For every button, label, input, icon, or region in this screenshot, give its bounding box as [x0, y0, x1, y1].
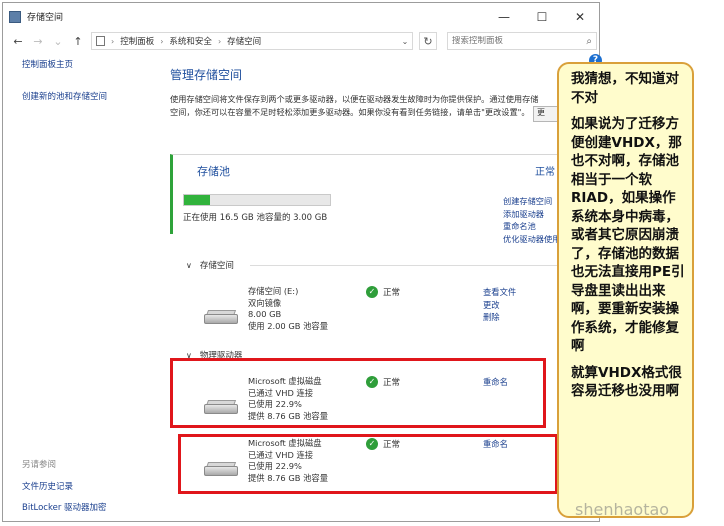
chevron-down-icon[interactable]: ∨	[186, 261, 192, 270]
left-nav: 控制面板主页 创建新的池和存储空间	[22, 58, 152, 122]
create-space-link[interactable]: 创建存储空间	[503, 195, 560, 208]
watermark: shenhaotao	[575, 500, 670, 519]
space-size: 8.00 GB	[248, 309, 282, 319]
callout-paragraph: 就算VHDX格式很容易迁移也没用啊	[571, 364, 682, 400]
chevron-down-icon[interactable]: ⌄	[398, 37, 412, 46]
search-box[interactable]: ⌕	[447, 32, 597, 50]
nav-control-panel-home[interactable]: 控制面板主页	[22, 58, 152, 70]
add-drives-link[interactable]: 添加驱动器	[503, 208, 560, 221]
storage-space-item: 存储空间 (E:) 双向镜像 8.00 GB 使用 2.00 GB 池容量 ✓ …	[170, 280, 600, 350]
page-title: 管理存储空间	[170, 68, 243, 82]
nav-bitlocker[interactable]: BitLocker 驱动器加密	[22, 501, 152, 513]
space-pool-usage: 使用 2.00 GB 池容量	[248, 320, 328, 331]
highlight-box	[178, 434, 558, 494]
back-button[interactable]: ←	[11, 35, 25, 48]
refresh-button[interactable]: ↻	[419, 32, 437, 50]
storage-pool-panel: 存储池 正常 正在使用 16.5 GB 池容量的 3.00 GB 创建存储空间 …	[170, 154, 600, 244]
maximize-button[interactable]: ☐	[523, 3, 561, 30]
space-type: 双向镜像	[248, 297, 282, 308]
pool-usage-text: 正在使用 16.5 GB 池容量的 3.00 GB	[183, 213, 328, 223]
callout-paragraph: 如果说为了迁移方便创建VHDX，那也不对啊，存储池相当于一个软RIAD，如果操作…	[571, 116, 685, 354]
space-links: 查看文件 更改 删除	[483, 286, 516, 324]
storage-spaces-icon	[9, 10, 21, 23]
space-status-label: 正常	[383, 288, 401, 298]
pool-usage-fill	[184, 195, 211, 205]
highlight-box	[170, 358, 546, 428]
breadcrumb-control-panel[interactable]: 控制面板	[120, 35, 154, 47]
change-link[interactable]: 更改	[483, 299, 516, 312]
breadcrumb-storage-spaces[interactable]: 存储空间	[227, 35, 261, 47]
nav-file-history[interactable]: 文件历史记录	[22, 480, 152, 492]
window-title: 存储空间	[27, 13, 64, 23]
optimize-drives-link[interactable]: 优化驱动器使用	[503, 233, 560, 246]
address-bar[interactable]: › 控制面板 › 系统和安全 › 存储空间 ⌄	[91, 32, 413, 50]
spaces-section-label: 存储空间	[199, 261, 234, 271]
callout-paragraph: 我猜想，不知道对不对	[571, 71, 679, 106]
pool-task-links: 创建存储空间 添加驱动器 重命名池 优化驱动器使用	[503, 195, 560, 245]
pool-status: 正常	[535, 167, 555, 178]
main-content: 管理存储空间 使用存储空间将文件保存到两个或更多驱动器，以便在驱动器发生故障时为…	[170, 66, 600, 122]
nav-create-pool[interactable]: 创建新的池和存储空间	[22, 90, 152, 102]
chevron-right-icon: ›	[111, 36, 115, 46]
rename-pool-link[interactable]: 重命名池	[503, 220, 560, 233]
space-name: 存储空间 (E:)	[248, 286, 299, 296]
section-divider	[250, 265, 600, 266]
chevron-right-icon: ›	[217, 36, 222, 46]
view-files-link[interactable]: 查看文件	[483, 286, 516, 299]
space-status: ✓ 正常	[366, 286, 400, 298]
breadcrumb-system-security[interactable]: 系统和安全	[169, 35, 212, 47]
close-button[interactable]: ✕	[561, 3, 599, 30]
chevron-right-icon: ›	[160, 36, 164, 46]
title-bar: 存储空间 — ☐ ✕	[3, 3, 599, 30]
pool-usage-bar	[183, 194, 331, 206]
control-panel-icon	[96, 36, 105, 46]
minimize-button[interactable]: —	[485, 3, 523, 30]
checkmark-icon: ✓	[366, 286, 378, 298]
see-also-section: 另请参阅 文件历史记录 BitLocker 驱动器加密	[22, 458, 152, 522]
page-description: 使用存储空间将文件保存到两个或更多驱动器，以便在驱动器发生故障时为你提供保护。通…	[170, 94, 539, 117]
search-input[interactable]	[452, 36, 587, 46]
recent-dropdown-icon[interactable]: ⌄	[51, 35, 65, 48]
spaces-section-header[interactable]: ∨ 存储空间	[186, 259, 234, 272]
see-also-label: 另请参阅	[22, 460, 57, 470]
drive-icon	[204, 310, 238, 324]
up-button[interactable]: ↑	[71, 35, 85, 48]
address-row: ← → ⌄ ↑ › 控制面板 › 系统和安全 › 存储空间 ⌄ ↻ ⌕	[3, 30, 599, 52]
space-info: 存储空间 (E:) 双向镜像 8.00 GB 使用 2.00 GB 池容量	[248, 286, 328, 332]
delete-link[interactable]: 删除	[483, 311, 516, 324]
forward-button[interactable]: →	[31, 35, 45, 48]
annotation-callout: 我猜想，不知道对不对 如果说为了迁移方便创建VHDX，那也不对啊，存储池相当于一…	[557, 62, 694, 518]
search-icon[interactable]: ⌕	[586, 36, 592, 47]
pool-title: 存储池	[197, 165, 230, 178]
